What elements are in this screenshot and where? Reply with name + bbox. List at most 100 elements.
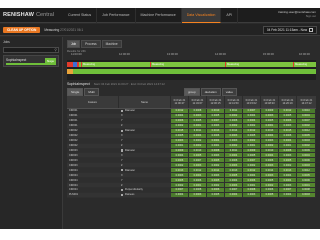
name-text: Diameter <box>124 168 136 172</box>
tab-data-visualization[interactable]: Data Visualization <box>181 8 222 23</box>
value-cell: 0.0006 <box>207 133 225 138</box>
column-header-run[interactable]: 04 Feb 21 13:48:33 <box>261 96 279 108</box>
name-text: X <box>121 114 123 118</box>
feature-cell: CIR001 <box>69 109 78 113</box>
value-cell: 0.0005 <box>279 158 297 163</box>
column-header-run[interactable]: 04 Feb 21 11:00:27 <box>171 96 189 108</box>
table-row[interactable]: PLN001 Flatness 0.0004 0.0003 0.0005 0.0004 0.… <box>67 192 316 198</box>
name-text: Y <box>121 178 123 182</box>
section-subtitle: Start: 04 Feb 2021 11:00:27 · End: 04 Fe… <box>93 82 165 86</box>
column-header-run[interactable]: 04 Feb 21 14:47:12 <box>297 96 316 108</box>
value-cell: 0.0004 <box>207 138 225 143</box>
value-cell: 0.0004 <box>225 153 243 158</box>
value-cell: 0.0004 <box>279 178 297 183</box>
column-header-run[interactable]: 04 Feb 21 13:15:02 <box>243 96 261 108</box>
sidebar: Jobs ⚲ SophiaInspect Stage <box>0 37 63 229</box>
sidebar-item-machine[interactable]: SophiaInspect Stage <box>3 55 59 67</box>
column-header-feature[interactable]: Feature <box>67 96 119 108</box>
value-cell: 0.0008 <box>189 188 207 192</box>
value-cell: 0.0008 <box>279 148 297 153</box>
value-cell: 0.0003 <box>261 173 279 178</box>
sidebar-search-input[interactable]: ⚲ <box>3 47 59 53</box>
feature-cell: CIR004 <box>69 178 78 182</box>
name-cell: X <box>119 134 171 138</box>
value-cell: 0.0009 <box>297 148 316 153</box>
value-cell: 0.0003 <box>279 123 297 128</box>
tab-current-status[interactable]: Current Status <box>63 8 98 23</box>
timeline-segment-running[interactable] <box>79 62 316 67</box>
status-pill[interactable]: CLEAN UP OPTION <box>3 26 41 33</box>
tab-api[interactable]: API <box>221 8 239 23</box>
status-bar: CLEAN UP OPTION Measuring 27/01/2021 06:… <box>0 24 320 36</box>
column-header-run[interactable]: 04 Feb 21 14:20:19 <box>279 96 297 108</box>
value-cell: 0.0005 <box>207 158 225 163</box>
value-cell: 0.0010 <box>261 148 279 153</box>
machine-status: Measuring 27/01/2021 06:1 <box>44 28 83 32</box>
value-cell: 0.0004 <box>279 138 297 143</box>
feature-cell: CIR004 <box>69 173 78 177</box>
value-cell: 0.0001 <box>243 143 261 148</box>
value-cell: 0.0005 <box>279 113 297 118</box>
tab-job-performance[interactable]: Job Performance <box>97 8 136 23</box>
section-title: SophiaInspect <box>67 82 90 86</box>
single-button[interactable]: Single <box>67 88 84 96</box>
timeline-marker <box>293 62 294 67</box>
timeline-lane-jobs: Measuring Measuring Measuring Measuring <box>67 62 316 67</box>
group-button[interactable]: group <box>184 88 200 96</box>
feature-cell: CIR002 <box>69 144 78 148</box>
value-button[interactable]: value <box>221 88 237 96</box>
name-text: Z <box>121 144 123 148</box>
view-tab-job[interactable]: Job <box>67 40 81 48</box>
name-text: X <box>121 153 123 157</box>
feature-cell: CIR002 <box>69 134 78 138</box>
sign-out-link[interactable]: Sign out <box>278 14 316 18</box>
value-cell: 0.0005 <box>171 133 189 138</box>
tab-machine-performance[interactable]: Machine Performance <box>136 8 182 23</box>
timeline-event-label: Measuring <box>152 62 165 66</box>
name-cell: X <box>119 153 171 157</box>
multi-button[interactable]: Multi <box>84 88 99 96</box>
value-cell: 0.0004 <box>279 192 297 197</box>
column-header-name[interactable]: Name <box>119 96 171 108</box>
column-header-run[interactable]: 04 Feb 21 12:41:50 <box>225 96 243 108</box>
timeline-event-label: Measuring <box>295 62 308 66</box>
value-cell: 0.0012 <box>189 168 207 173</box>
value-cell: 0.0006 <box>297 158 316 163</box>
logo[interactable]: RENISHAW Central <box>0 12 63 18</box>
timeline-segment-running[interactable] <box>73 69 316 74</box>
value-cell: 0.0005 <box>243 133 261 138</box>
value-cell: 0.0015 <box>279 128 297 133</box>
value-cell: 0.0004 <box>171 153 189 158</box>
value-cell: 0.0013 <box>279 168 297 173</box>
job-timeline[interactable]: Measuring Measuring Measuring Measuring <box>67 60 316 80</box>
page-background <box>0 229 320 240</box>
feature-icon <box>121 188 124 192</box>
value-cell: 0.0008 <box>189 109 207 113</box>
feature-cell: CIR001 <box>69 124 78 128</box>
view-tab-machine[interactable]: Machine <box>101 40 122 48</box>
column-header-run[interactable]: 04 Feb 21 11:34:07 <box>189 96 207 108</box>
value-cell: 0.0005 <box>261 192 279 197</box>
value-cell: 0.0004 <box>243 173 261 178</box>
value-cell: 0.0003 <box>225 138 243 143</box>
value-cell: 0.0003 <box>297 163 316 168</box>
value-cell: 0.0003 <box>261 113 279 118</box>
value-cell: 0.0014 <box>207 168 225 173</box>
value-cell: 0.0008 <box>207 148 225 153</box>
value-cell: 0.0003 <box>225 163 243 168</box>
column-header-run[interactable]: 04 Feb 21 12:06:15 <box>207 96 225 108</box>
deviation-button[interactable]: deviation <box>200 88 221 96</box>
name-cell: Z <box>119 144 171 148</box>
user-menu[interactable]: training.user@renishaw.com Sign out <box>278 10 316 18</box>
value-cell: 0.0001 <box>243 183 261 187</box>
value-cell: 0.0010 <box>189 148 207 153</box>
value-cell: 0.0002 <box>297 143 316 148</box>
value-cell: 0.0004 <box>279 173 297 178</box>
name-cell: X <box>119 173 171 177</box>
name-text: Z <box>121 183 123 187</box>
value-cell: 0.0006 <box>189 178 207 183</box>
value-cell: 0.0001 <box>171 143 189 148</box>
view-tab-process[interactable]: Process <box>81 40 101 48</box>
date-range-picker[interactable]: 04 Feb 2021 11:15am - Now <box>262 26 317 34</box>
value-cell: 0.0005 <box>207 113 225 118</box>
